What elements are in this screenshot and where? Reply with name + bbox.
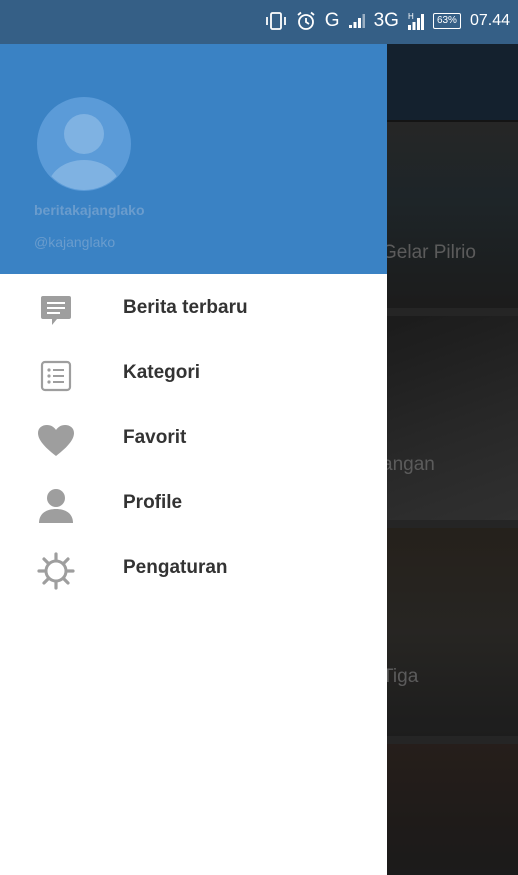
drawer-header: beritakajanglako @kajanglako [0, 44, 387, 274]
status-bar: G 3G H 63% 07.44 [0, 0, 518, 44]
username: beritakajanglako [34, 202, 145, 218]
avatar[interactable] [36, 96, 132, 192]
vibrate-icon [265, 12, 287, 30]
gear-icon [36, 551, 76, 591]
network-g-label: G [324, 10, 340, 31]
menu-item-profile[interactable]: Profile [0, 472, 387, 537]
menu-item-label: Pengaturan [123, 557, 228, 578]
clock: 07.44 [469, 12, 510, 29]
person-icon [36, 486, 76, 526]
menu-item-label: Profile [123, 492, 183, 513]
network-3g-label: 3G [373, 10, 399, 31]
menu-item-label: Favorit [123, 427, 187, 448]
menu-item-pengaturan[interactable]: Pengaturan [0, 537, 387, 602]
menu-item-favorit[interactable]: Favorit [0, 407, 387, 472]
signal-icon [348, 14, 365, 28]
heart-icon [36, 421, 76, 461]
signal-h-icon: H [407, 12, 424, 30]
alarm-icon [296, 11, 316, 31]
battery-indicator: 63% [432, 13, 461, 29]
drawer-menu: Berita terbaru Kategori Favorit Profile [0, 277, 387, 602]
chat-bubble-icon [36, 291, 76, 331]
navigation-drawer: beritakajanglako @kajanglako Berita terb… [0, 44, 387, 875]
user-handle: @kajanglako [34, 234, 116, 250]
menu-item-label: Kategori [123, 362, 201, 383]
menu-item-kategori[interactable]: Kategori [0, 342, 387, 407]
menu-item-berita-terbaru[interactable]: Berita terbaru [0, 277, 387, 342]
list-icon [36, 356, 76, 396]
svg-text:H: H [408, 12, 414, 21]
menu-item-label: Berita terbaru [123, 297, 248, 318]
